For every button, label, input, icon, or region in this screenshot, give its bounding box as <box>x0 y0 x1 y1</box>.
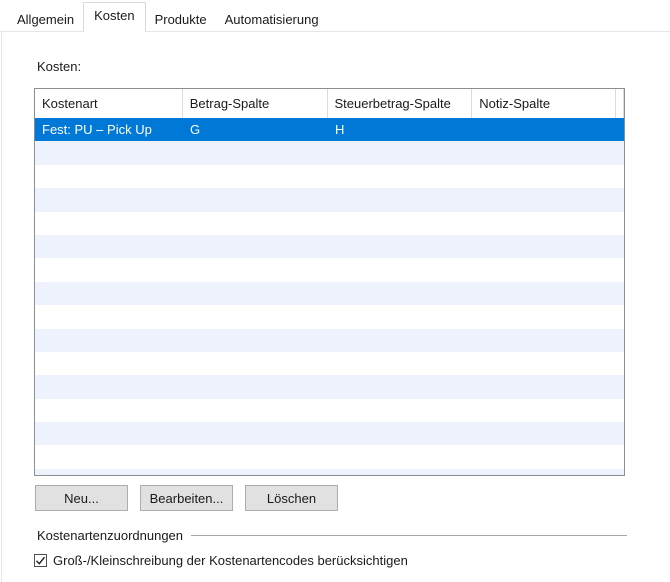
table-row-empty <box>35 212 624 235</box>
tab-automatisierung[interactable]: Automatisierung <box>216 8 328 32</box>
case-sensitivity-checkbox[interactable] <box>34 554 47 567</box>
table-row-empty <box>35 281 624 306</box>
table-row-empty <box>35 188 624 212</box>
table-row-empty <box>35 399 624 422</box>
tab-bar: Allgemein Kosten Produkte Automatisierung <box>8 2 328 32</box>
column-header-kostenart[interactable]: Kostenart <box>35 89 183 118</box>
table-row[interactable]: Fest: PU – Pick Up G H <box>35 118 624 142</box>
table-row-empty <box>35 305 624 328</box>
table-row-empty <box>35 141 624 165</box>
group-label: Kostenartenzuordnungen <box>37 528 184 543</box>
table-cell: Fest: PU – Pick Up <box>42 122 152 137</box>
tabpage-left-border <box>1 31 2 582</box>
kosten-section-label: Kosten: <box>37 59 82 74</box>
settings-dialog-kosten-tabpage: Allgemein Kosten Produkte Automatisierung K… <box>0 0 670 582</box>
column-header-steuerbetrag-spalte[interactable]: Steuerbetrag-Spalte <box>328 89 473 118</box>
group-divider-line <box>191 535 627 536</box>
table-row-empty <box>35 445 624 468</box>
case-sensitivity-checkbox-label[interactable]: Groß-/Kleinschreibung der Kostenartencod… <box>53 553 408 568</box>
checkmark-icon <box>35 556 46 565</box>
group-header-kostenartenzuordnungen: Kostenartenzuordnungen <box>37 527 627 544</box>
case-sensitivity-checkbox-row[interactable]: Groß-/Kleinschreibung der Kostenartencod… <box>34 553 408 568</box>
table-row-empty <box>35 258 624 281</box>
table-cell: H <box>335 122 345 137</box>
tab-allgemein[interactable]: Allgemein <box>8 8 83 32</box>
table-body[interactable]: Fest: PU – Pick Up G H <box>35 118 624 475</box>
column-header-stub <box>616 89 624 118</box>
table-header-row: Kostenart Betrag-Spalte Steuerbetrag-Spalt… <box>35 89 624 118</box>
table-row-empty <box>35 234 624 259</box>
tab-produkte[interactable]: Produkte <box>146 8 216 32</box>
table-row-empty <box>35 375 624 399</box>
table-row-empty <box>35 328 624 352</box>
table-cell <box>473 118 617 141</box>
loeschen-button[interactable]: Löschen <box>245 485 338 511</box>
neu-button[interactable]: Neu... <box>35 485 128 511</box>
table-action-buttons: Neu... Bearbeiten... Löschen <box>35 485 338 511</box>
table-row-empty <box>35 165 624 188</box>
tab-kosten[interactable]: Kosten <box>83 2 146 32</box>
kosten-table[interactable]: Kostenart Betrag-Spalte Steuerbetrag-Spalt… <box>34 88 625 476</box>
table-row-empty <box>35 422 624 446</box>
table-row-empty <box>35 468 624 475</box>
table-row-empty <box>35 352 624 375</box>
column-header-betrag-spalte[interactable]: Betrag-Spalte <box>183 89 328 118</box>
table-cell: G <box>190 122 201 137</box>
bearbeiten-button[interactable]: Bearbeiten... <box>140 485 233 511</box>
column-header-notiz-spalte[interactable]: Notiz-Spalte <box>472 89 616 118</box>
